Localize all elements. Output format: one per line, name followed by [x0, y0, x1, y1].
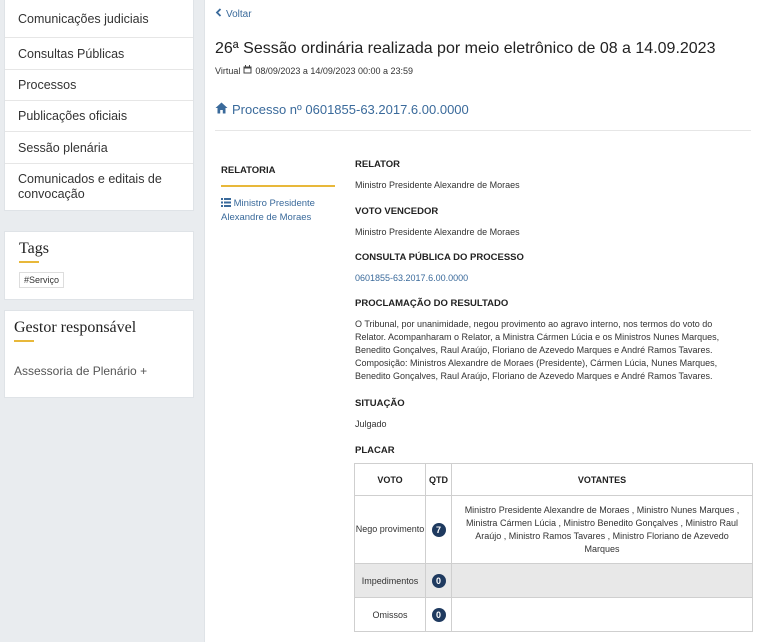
- voto-vencedor-value: Ministro Presidente Alexandre de Moraes: [355, 227, 520, 237]
- gestor-item[interactable]: Assessoria de Plenário +: [14, 364, 184, 378]
- sidebar-item-consultas-publicas[interactable]: Consultas Públicas: [5, 38, 193, 70]
- sidebar-nav: Comunicações judiciais Consultas Pública…: [4, 0, 194, 211]
- placar-table: VOTO QTD VOTANTES Nego provimento 7 Mini…: [354, 463, 753, 632]
- tags-underline: [19, 261, 39, 263]
- session-info: Virtual 08/09/2023 a 14/09/2023 00:00 a …: [215, 65, 413, 76]
- tags-title: Tags: [19, 240, 49, 257]
- home-icon: [215, 102, 228, 117]
- voto-vencedor-heading: VOTO VENCEDOR: [355, 206, 439, 217]
- table-row: Omissos 0: [354, 597, 753, 632]
- col-votantes: VOTANTES: [451, 463, 753, 496]
- col-voto: VOTO: [354, 463, 426, 496]
- situacao-heading: SITUAÇÃO: [355, 398, 405, 409]
- row-voto: Omissos: [354, 597, 426, 632]
- table-row: Impedimentos 0: [354, 563, 753, 598]
- sidebar-item-sessao-plenaria[interactable]: Sessão plenária: [5, 132, 193, 164]
- sidebar-item-comunicados-editais[interactable]: Comunicados e editais de convocação: [5, 164, 193, 210]
- session-dates: 08/09/2023 a 14/09/2023 00:00 a 23:59: [255, 65, 414, 76]
- divider: [215, 130, 751, 131]
- row-qtd: 7: [425, 495, 452, 564]
- gestor-underline: [14, 340, 34, 342]
- qtd-badge: 0: [431, 607, 446, 622]
- session-mode: Virtual: [215, 65, 241, 76]
- row-qtd: 0: [425, 563, 452, 598]
- row-voto: Nego provimento: [354, 495, 426, 564]
- consulta-link[interactable]: 0601855-63.2017.6.00.0000: [355, 273, 468, 283]
- relator-heading: RELATOR: [355, 159, 401, 170]
- qtd-badge: 7: [431, 522, 446, 537]
- list-icon: [221, 198, 231, 211]
- chevron-left-icon: [215, 8, 222, 20]
- processo-heading: Processo nº 0601855-63.2017.6.00.0000: [215, 102, 469, 117]
- sidebar-item-comunicacoes-judiciais[interactable]: Comunicações judiciais: [5, 0, 193, 38]
- qtd-badge: 0: [431, 573, 446, 588]
- calendar-icon: [243, 65, 252, 76]
- row-votantes: Ministro Presidente Alexandre de Moraes …: [451, 495, 753, 564]
- left-column: Comunicações judiciais Consultas Pública…: [4, 0, 194, 398]
- situacao-value: Julgado: [355, 419, 387, 429]
- row-qtd: 0: [425, 597, 452, 632]
- proclamacao-text: O Tribunal, por unanimidade, negou provi…: [355, 319, 720, 381]
- row-votantes: [451, 563, 753, 598]
- table-row: Nego provimento 7 Ministro Presidente Al…: [354, 495, 753, 564]
- tab-relatoria[interactable]: RELATORIA: [221, 165, 335, 187]
- proclamacao-heading: PROCLAMAÇÃO DO RESULTADO: [355, 298, 509, 309]
- sidebar-item-publicacoes-oficiais[interactable]: Publicações oficiais: [5, 101, 193, 132]
- row-voto: Impedimentos: [354, 563, 426, 598]
- tag-chip[interactable]: #Serviço: [19, 272, 65, 288]
- relatoria-link[interactable]: Ministro Presidente Alexandre de Moraes: [221, 197, 331, 224]
- consulta-heading: CONSULTA PÚBLICA DO PROCESSO: [355, 252, 524, 263]
- relator-value: Ministro Presidente Alexandre de Moraes: [355, 180, 520, 190]
- gestor-box: Gestor responsável Assessoria de Plenári…: [4, 310, 194, 398]
- tags-box: Tags #Serviço: [4, 231, 194, 300]
- placar-heading: PLACAR: [355, 445, 395, 456]
- sidebar-item-processos[interactable]: Processos: [5, 70, 193, 101]
- page-title: 26ª Sessão ordinária realizada por meio …: [215, 40, 716, 57]
- main-panel: Voltar 26ª Sessão ordinária realizada po…: [204, 0, 768, 642]
- back-link[interactable]: Voltar: [215, 8, 252, 20]
- col-qtd: QTD: [425, 463, 452, 496]
- gestor-title: Gestor responsável: [14, 319, 137, 336]
- row-votantes: [451, 597, 753, 632]
